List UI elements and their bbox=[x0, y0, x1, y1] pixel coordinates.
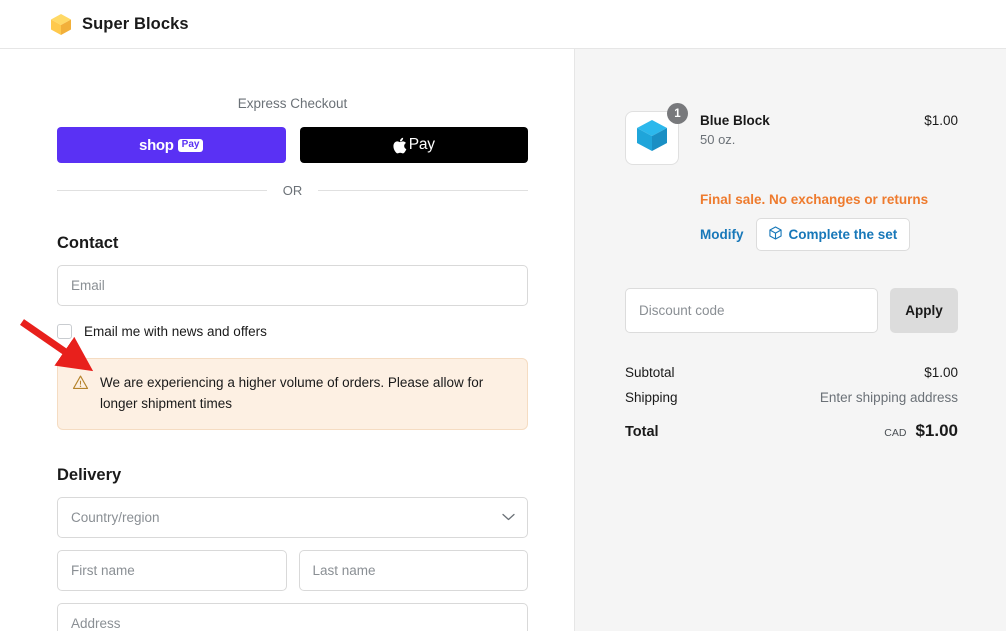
total-row: Total CAD $1.00 bbox=[625, 421, 958, 441]
blue-cube-icon bbox=[635, 118, 669, 158]
line-item-actions: Modify Complete the set bbox=[700, 218, 958, 251]
order-totals: Subtotal $1.00 Shipping Enter shipping a… bbox=[625, 365, 958, 441]
first-name-input[interactable] bbox=[57, 549, 287, 591]
line-item-title: Blue Block bbox=[700, 113, 770, 128]
notice-text: We are experiencing a higher volume of o… bbox=[100, 375, 484, 411]
newsletter-checkbox[interactable] bbox=[57, 324, 72, 339]
subtotal-label: Subtotal bbox=[625, 364, 675, 380]
contact-heading: Contact bbox=[57, 234, 119, 252]
shipping-value: Enter shipping address bbox=[819, 389, 958, 405]
brand-name: Super Blocks bbox=[82, 14, 189, 33]
email-input[interactable] bbox=[57, 265, 528, 306]
final-sale-note: Final sale. No exchanges or returns bbox=[700, 192, 929, 207]
line-item-thumbnail: 1 bbox=[625, 103, 688, 165]
apple-logo-icon bbox=[393, 137, 406, 153]
subtotal-row: Subtotal $1.00 bbox=[625, 365, 958, 380]
shipping-label: Shipping bbox=[625, 389, 678, 405]
total-currency: CAD bbox=[884, 426, 907, 439]
shipping-row: Shipping Enter shipping address bbox=[625, 390, 958, 405]
delivery-heading: Delivery bbox=[57, 465, 122, 484]
divider-line-left bbox=[57, 190, 267, 191]
address-input[interactable] bbox=[57, 602, 528, 631]
line-item-price: $1.00 bbox=[924, 113, 958, 128]
express-checkout-buttons: shop Pay Pay bbox=[57, 127, 528, 163]
total-value: $1.00 bbox=[915, 420, 958, 440]
complete-the-set-label: Complete the set bbox=[788, 226, 898, 242]
cube-outline-icon bbox=[768, 226, 782, 243]
apple-pay-button[interactable]: Pay bbox=[299, 127, 528, 163]
shop-pay-button[interactable]: shop Pay bbox=[57, 127, 286, 163]
warning-triangle-icon bbox=[72, 375, 89, 390]
total-label: Total bbox=[625, 423, 659, 440]
country-select-wrapper[interactable] bbox=[57, 496, 528, 538]
newsletter-label: Email me with news and offers bbox=[84, 324, 267, 339]
newsletter-opt-in[interactable]: Email me with news and offers bbox=[57, 324, 528, 339]
quantity-badge: 1 bbox=[667, 103, 688, 124]
site-header: Super Blocks bbox=[0, 0, 1006, 49]
or-divider: OR bbox=[57, 183, 528, 198]
divider-line-right bbox=[318, 190, 528, 191]
brand-logo[interactable]: Super Blocks bbox=[50, 13, 189, 36]
apply-discount-button[interactable]: Apply bbox=[890, 287, 958, 333]
order-summary-column: 1 Blue Block 50 oz. $1.00 Final sale. No… bbox=[575, 49, 1006, 631]
country-region-select[interactable] bbox=[57, 496, 528, 538]
modify-button[interactable]: Modify bbox=[700, 227, 744, 242]
checkout-page: Super Blocks Express Checkout shop Pay P… bbox=[0, 0, 1006, 631]
subtotal-value: $1.00 bbox=[924, 364, 958, 380]
shop-pay-badge: Pay bbox=[177, 138, 204, 152]
yellow-cube-icon bbox=[50, 13, 72, 36]
express-checkout-label: Express Checkout bbox=[237, 96, 348, 111]
or-text: OR bbox=[282, 183, 303, 198]
order-volume-notice: We are experiencing a higher volume of o… bbox=[57, 358, 528, 430]
checkout-form-column: Express Checkout shop Pay Pay OR Contact… bbox=[0, 49, 575, 631]
shop-pay-wordmark: shop bbox=[139, 136, 174, 154]
last-name-input[interactable] bbox=[298, 549, 528, 591]
line-item-variant: 50 oz. bbox=[700, 132, 736, 147]
discount-code-input[interactable] bbox=[625, 287, 878, 333]
discount-row: Apply bbox=[625, 287, 958, 333]
line-item: 1 Blue Block 50 oz. $1.00 bbox=[625, 103, 958, 165]
apple-pay-label: Pay bbox=[408, 136, 435, 153]
complete-the-set-button[interactable]: Complete the set bbox=[755, 218, 911, 251]
